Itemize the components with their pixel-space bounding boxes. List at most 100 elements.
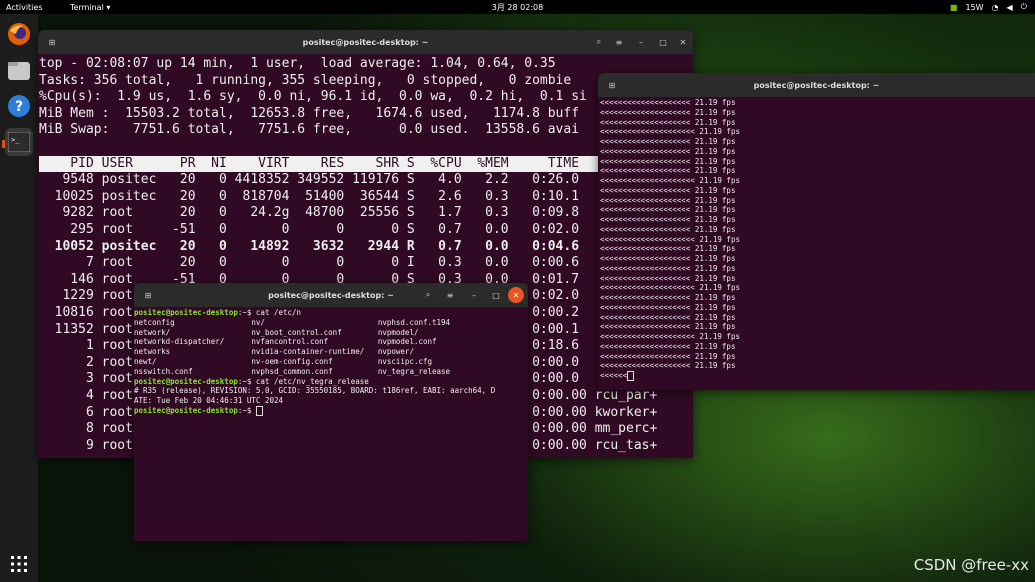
- firefox-launcher[interactable]: [5, 20, 33, 48]
- fps-line: <<<<<<<<<<<<<<<<<<<< 21.19 fps: [600, 322, 736, 332]
- fps-line: <<<<<<<<<<<<<<<<<<<< 21.19 fps: [600, 244, 736, 254]
- volume-icon: ◀: [1006, 2, 1013, 12]
- svg-text:?: ?: [15, 99, 23, 115]
- prompt-user: positec@positec-desktop: [134, 406, 238, 415]
- prompt-command: :~$ cat /etc/n: [237, 308, 302, 317]
- fps-line: <<<<<<<<<<<<<<<<<<<< 21.19 fps: [600, 137, 736, 146]
- fps-output: <<<<<<<<<<<<<<<<<<<< 21.19 fps <<<<<<<<<<…: [600, 98, 1035, 388]
- titlebar[interactable]: ⊞ positec@positec-desktop: ~ ⌕ ≡ – □ ✕: [38, 30, 693, 54]
- fps-line: <<<<<<<<<<<<<<<<<<<< 21.19 fps: [600, 166, 736, 176]
- files-icon: [8, 62, 30, 80]
- help-icon: ?: [8, 95, 30, 117]
- prompt-user: positec@positec-desktop: [134, 376, 238, 386]
- nvidia-icon[interactable]: ■: [950, 3, 958, 12]
- minimize-icon[interactable]: –: [633, 34, 649, 50]
- fps-line: <<<<<<<<<<<<<<<<<<<< 21.19 fps: [600, 98, 736, 107]
- process-row: 7 root 20 0 0 0 0 I 0.3 0.0 0:00.6: [39, 255, 580, 271]
- maximize-icon[interactable]: □: [488, 287, 504, 303]
- fps-line: <<<<<<<<<<<<<<<<<<<< 21.19 fps: [600, 293, 736, 302]
- window-title: positec@positec-desktop: ~: [753, 81, 880, 90]
- close-icon[interactable]: ✕: [675, 34, 691, 50]
- clock[interactable]: 3月 28 02:08: [0, 2, 1035, 13]
- svg-text:>_: >_: [11, 136, 20, 144]
- fps-line: <<<<<<<<<<<<<<<<<<<< 21.19 fps: [600, 215, 736, 224]
- watermark: CSDN @free-xx: [913, 556, 1029, 574]
- output-line: ATE: Tue Feb 20 04:46:31 UTC 2024: [134, 396, 284, 406]
- grid-icon: [11, 556, 27, 572]
- fps-line: <<<<<<<<<<<<<<<<<<<< 21.19 fps: [600, 341, 736, 351]
- power-mode-label[interactable]: 15W: [965, 3, 983, 12]
- output-line: networkd-dispatcher/ nvfancontrol.conf n…: [134, 337, 437, 347]
- output-line: networks nvidia-container-runtime/ nvpow…: [134, 347, 414, 357]
- terminal-window-cat[interactable]: ⊞ positec@positec-desktop: ~ ⌕ ≡ – □ ✕ p…: [134, 283, 528, 541]
- cursor: [255, 406, 263, 416]
- process-row: 9282 root 20 0 24.2g 48700 25556 S 1.7 0…: [39, 205, 580, 221]
- help-launcher[interactable]: ?: [5, 92, 33, 120]
- process-row: 10025 positec 20 0 818704 51400 36544 S …: [39, 188, 580, 204]
- dock: ? >_: [0, 14, 38, 582]
- fps-line: <<<<<<<<<<<<<<<<<<<< 21.19 fps: [600, 361, 736, 371]
- search-icon[interactable]: ⌕: [591, 34, 607, 50]
- system-tray[interactable]: ■ 15W ◔ ◀ ⏻: [950, 2, 1027, 12]
- maximize-icon[interactable]: □: [655, 34, 671, 50]
- search-icon[interactable]: ⌕: [420, 287, 436, 303]
- fps-line: <<<<<<<<<<<<<<<<<<<<< 21.19 fps: [600, 176, 740, 185]
- fps-line: <<<<<<<<<<<<<<<<<<<< 21.19 fps: [600, 302, 736, 312]
- fps-line: <<<<<<<<<<<<<<<<<<<< 21.19 fps: [600, 185, 736, 195]
- process-row: 9548 positec 20 0 4418352 349552 119176 …: [39, 172, 580, 188]
- process-table-header: PID USER PR NI VIRT RES SHR S %CPU %MEM …: [39, 155, 692, 173]
- cat-output: positec@positec-desktop:~$ cat /etc/n net…: [134, 308, 528, 538]
- prompt-user: positec@positec-desktop: [134, 308, 238, 317]
- fps-line: <<<<<<<<<<<<<<<<<<<< 21.19 fps: [600, 205, 736, 215]
- fps-line: <<<<<<<<<<<<<<<<<<<<< 21.19 fps: [600, 127, 740, 137]
- fps-line: <<<<<<<<<<<<<<<<<<<< 21.19 fps: [600, 117, 736, 127]
- output-line: newt/ nv-oem-config.conf nvsciipc.cfg: [134, 357, 433, 366]
- terminal-launcher[interactable]: >_: [5, 128, 33, 156]
- fps-line: <<<<<<<<<<<<<<<<<<<<< 21.19 fps: [600, 332, 740, 341]
- fps-line: <<<<<<<<<<<<<<<<<<<< 21.19 fps: [600, 224, 736, 234]
- process-row: 10052 positec 20 0 14892 3632 2944 R 0.7…: [39, 238, 580, 254]
- close-icon[interactable]: ✕: [508, 287, 524, 303]
- fps-line: <<<<<<<<<<<<<<<<<<<<< 21.19 fps: [600, 234, 740, 244]
- fps-line: <<<<<<<<<<<<<<<<<<<< 21.19 fps: [600, 263, 736, 273]
- terminal-window-fps[interactable]: ⊞ positec@positec-desktop: ~ <<<<<<<<<<<…: [598, 73, 1035, 390]
- show-apps-button[interactable]: [5, 550, 33, 578]
- output-line: # R35 (release), REVISION: 5.0, GCID: 35…: [134, 386, 496, 396]
- fps-line: <<<<<<<<<<<<<<<<<<<< 21.19 fps: [600, 146, 736, 156]
- fps-line: <<<<<<<<<<<<<<<<<<<<< 21.19 fps: [600, 283, 740, 293]
- fps-line: <<<<<<<<<<<<<<<<<<<< 21.19 fps: [600, 254, 736, 263]
- fps-line: <<<<<<<<<<<<<<<<<<<< 21.19 fps: [600, 312, 736, 322]
- terminal-icon: >_: [8, 132, 30, 152]
- prompt-line: positec@positec-desktop:~$ cat /etc/n: [134, 308, 301, 318]
- wifi-icon: ◔: [991, 2, 999, 12]
- fps-line: <<<<<<<<<<<<<<<<<<<< 21.19 fps: [600, 351, 736, 361]
- fps-line: <<<<<<<<<<<<<<<<<<<< 21.19 fps: [600, 107, 736, 117]
- prompt-command: :~$: [237, 406, 256, 415]
- top-summary-line: Tasks: 356 total, 1 running, 355 sleepin…: [39, 72, 572, 88]
- prompt-command: :~$ cat /etc/nv_tegra_release: [237, 376, 369, 386]
- fps-line: <<<<<<<<<<<<<<<<<<<< 21.19 fps: [600, 156, 736, 166]
- menu-icon[interactable]: ≡: [611, 34, 627, 50]
- power-icon: ⏻: [1020, 2, 1027, 11]
- firefox-icon: [8, 23, 30, 45]
- output-line: nsswitch.conf nvphsd_common.conf nv_tegr…: [134, 366, 451, 376]
- output-line: network/ nv_boot_control.conf nvpmodel/: [134, 327, 419, 337]
- fps-line: <<<<<<<<<<<<<<<<<<<< 21.19 fps: [600, 195, 736, 205]
- cursor: [627, 371, 635, 381]
- top-summary-line: top - 02:08:07 up 14 min, 1 user, load a…: [39, 56, 556, 71]
- top-summary-line: MiB Mem : 15503.2 total, 12653.8 free, 1…: [39, 105, 580, 121]
- active-indicator: [2, 140, 5, 148]
- minimize-icon[interactable]: –: [466, 287, 482, 303]
- output-line: netconfig nv/ nvphsd.conf.t194: [134, 317, 451, 327]
- process-row: 295 root -51 0 0 0 0 S 0.7 0.0 0:02.0: [39, 222, 580, 237]
- files-launcher[interactable]: [5, 56, 33, 84]
- top-summary-line: MiB Swap: 7751.6 total, 7751.6 free, 0.0…: [39, 122, 580, 138]
- fps-line: <<<<<<<<<<<<<<<<<<<< 21.19 fps: [600, 273, 736, 283]
- top-summary-line: %Cpu(s): 1.9 us, 1.6 sy, 0.0 ni, 96.1 id…: [39, 89, 587, 105]
- fps-line: <<<<<<: [600, 371, 635, 381]
- titlebar[interactable]: ⊞ positec@positec-desktop: ~: [598, 73, 1035, 97]
- prompt-line: positec@positec-desktop:~$: [134, 406, 263, 416]
- titlebar[interactable]: ⊞ positec@positec-desktop: ~ ⌕ ≡ – □ ✕: [134, 283, 528, 307]
- prompt-line: positec@positec-desktop:~$ cat /etc/nv_t…: [134, 377, 369, 387]
- menu-icon[interactable]: ≡: [442, 287, 458, 303]
